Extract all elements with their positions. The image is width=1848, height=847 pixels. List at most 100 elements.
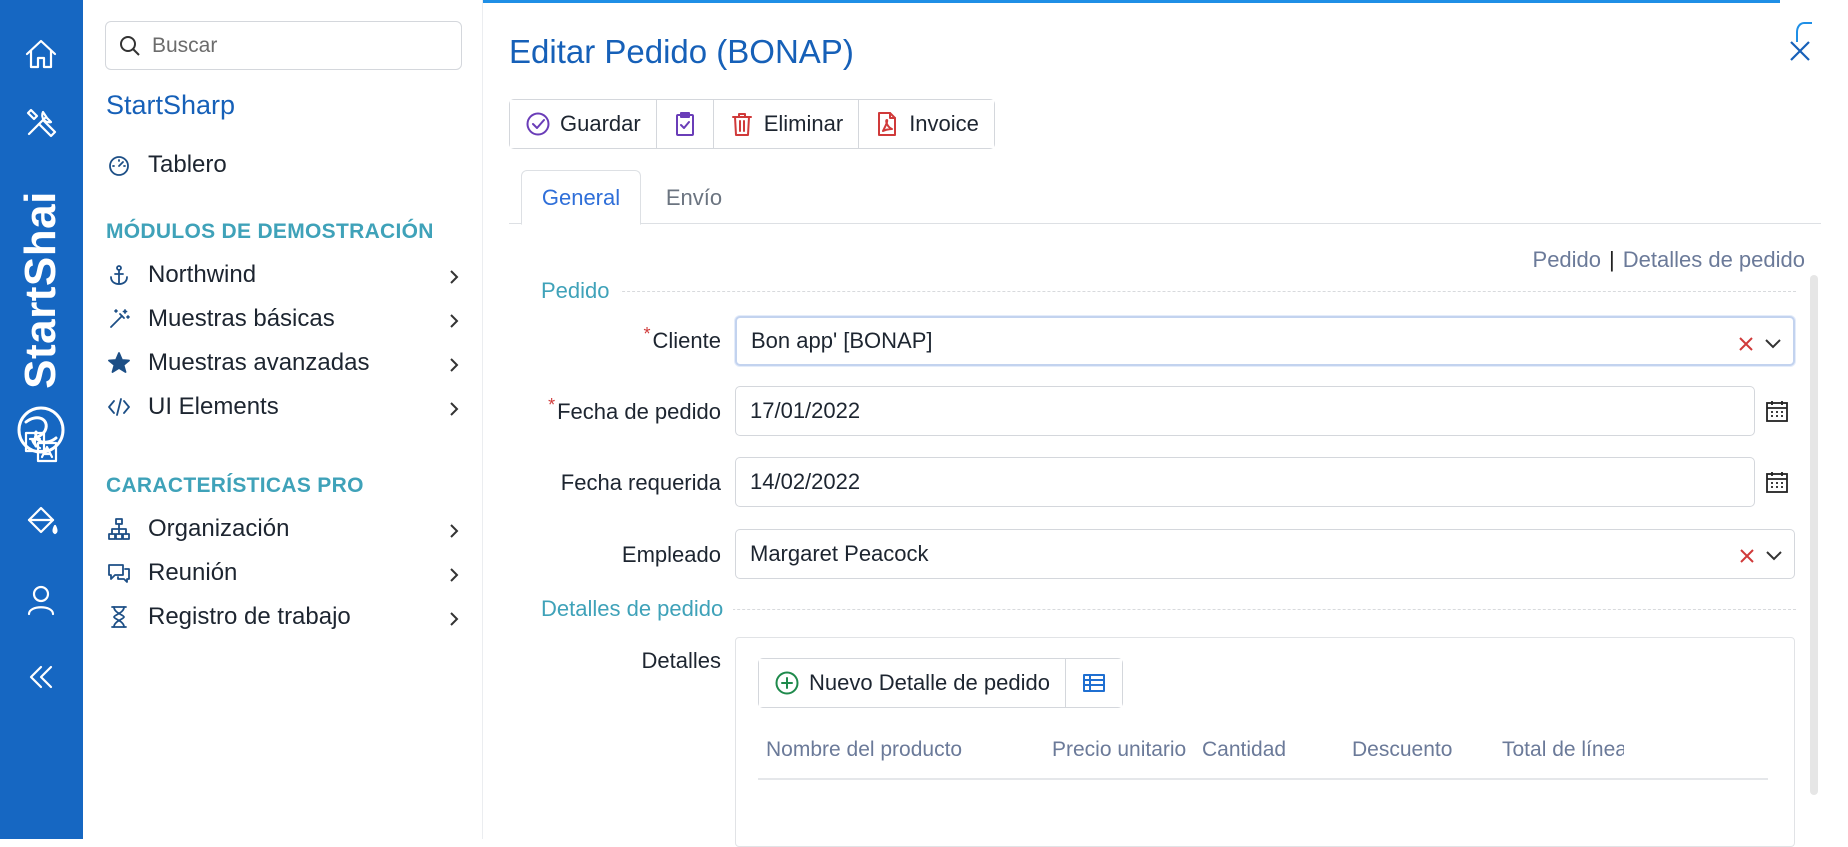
calendar-icon[interactable]	[1764, 469, 1790, 495]
brand-text: StartShai	[16, 191, 65, 389]
pdf-file-icon	[878, 112, 897, 136]
chevron-down-icon[interactable]	[1763, 333, 1783, 353]
check-circle-icon	[526, 112, 550, 136]
hourglass-icon	[106, 604, 132, 630]
tab-shipping[interactable]: Envío	[649, 170, 739, 225]
invoice-button[interactable]: Invoice	[859, 100, 994, 148]
code-icon	[106, 394, 132, 420]
paint-bucket-icon[interactable]	[19, 500, 63, 544]
app-title[interactable]: StartSharp	[106, 90, 235, 121]
tools-icon[interactable]	[19, 100, 63, 144]
dialog-toolbar: Guardar Eliminar Invoice	[509, 99, 995, 149]
column-picker-button[interactable]	[1065, 659, 1122, 707]
sidebar-item-label: UI Elements	[148, 393, 279, 420]
required-marker: *	[643, 324, 651, 344]
required-date-value: 14/02/2022	[750, 469, 861, 494]
calendar-icon[interactable]	[1764, 398, 1790, 424]
grid-header-row: Nombre del producto Precio unitario Cant…	[758, 738, 1768, 780]
link-details-section[interactable]: Detalles de pedido	[1623, 247, 1805, 272]
chevron-right-icon	[445, 607, 463, 626]
employee-label: Empleado	[621, 542, 721, 567]
section-title-pro: CARACTERÍSTICAS PRO	[106, 474, 364, 497]
order-details-grid: Nuevo Detalle de pedido Nombre del produ…	[735, 637, 1795, 847]
plus-circle-icon	[775, 671, 799, 695]
tab-bar: General Envío	[509, 170, 1821, 225]
sidebar-item-label: Muestras básicas	[148, 305, 335, 332]
delete-button[interactable]: Eliminar	[713, 100, 860, 148]
section-links: Pedido | Detalles de pedido	[1533, 247, 1805, 273]
customer-label: *Cliente	[643, 324, 722, 353]
chat-icon	[106, 560, 132, 586]
anchor-icon	[106, 262, 132, 288]
column-header-line-total[interactable]: Total de línea	[1502, 738, 1624, 762]
search-icon	[120, 35, 140, 56]
sidebar-item-meeting[interactable]: Reunión	[106, 553, 463, 593]
table-icon	[1082, 674, 1105, 692]
fieldset-order-title: Pedido	[517, 278, 620, 304]
sidebar-item-label: Muestras avanzadas	[148, 349, 370, 376]
fieldset-details-title: Detalles de pedido	[517, 596, 734, 622]
icon-rail: StartShai	[0, 0, 83, 839]
search-box[interactable]	[105, 21, 462, 70]
org-chart-icon	[106, 516, 132, 542]
required-date-input[interactable]: 14/02/2022	[735, 457, 1755, 507]
delete-button-label: Eliminar	[763, 111, 844, 136]
apply-changes-button[interactable]	[656, 100, 714, 148]
sidebar-item-basic-samples[interactable]: Muestras básicas	[106, 299, 463, 339]
sidebar-item-label: Tablero	[148, 151, 227, 178]
dialog-scrollbar[interactable]	[1810, 275, 1818, 795]
column-header-quantity[interactable]: Cantidad	[1202, 738, 1286, 762]
new-detail-label: Nuevo Detalle de pedido	[809, 670, 1050, 695]
required-marker: *	[548, 395, 556, 415]
customer-select[interactable]: Bon app' [BONAP]	[735, 316, 1795, 366]
user-icon[interactable]	[19, 578, 63, 622]
collapse-icon[interactable]	[19, 655, 63, 699]
chevron-right-icon	[445, 519, 463, 538]
tab-general[interactable]: General	[521, 170, 641, 225]
section-title-demo: MÓDULOS DE DEMOSTRACIÓN	[106, 220, 434, 243]
sidebar-item-work-log[interactable]: Registro de trabajo	[106, 597, 463, 637]
close-icon[interactable]	[1785, 36, 1815, 66]
sidebar-item-label: Reunión	[148, 559, 238, 586]
search-input[interactable]	[152, 33, 452, 58]
sidebar: StartSharp Tablero MÓDULOS DE DEMOSTRACI…	[83, 0, 483, 839]
chevron-right-icon	[445, 397, 463, 416]
fieldset-details: Detalles de pedido	[517, 596, 1796, 622]
sidebar-item-label: Organización	[148, 515, 290, 542]
fieldset-order: Pedido	[517, 278, 1796, 304]
column-header-discount[interactable]: Descuento	[1352, 738, 1452, 762]
home-icon[interactable]	[19, 32, 63, 76]
save-button[interactable]: Guardar	[510, 100, 657, 148]
sidebar-item-northwind[interactable]: Northwind	[106, 255, 463, 295]
magic-wand-icon	[106, 306, 132, 332]
column-header-product[interactable]: Nombre del producto	[766, 738, 962, 762]
order-date-input[interactable]: 17/01/2022	[735, 386, 1755, 436]
employee-select[interactable]: Margaret Peacock	[735, 529, 1795, 579]
chevron-right-icon	[445, 309, 463, 328]
sidebar-item-ui-elements[interactable]: UI Elements	[106, 387, 463, 427]
clipboard-check-icon	[675, 112, 694, 136]
column-header-unit-price[interactable]: Precio unitario	[1052, 738, 1186, 762]
sidebar-item-organization[interactable]: Organización	[106, 509, 463, 549]
gauge-icon	[106, 152, 132, 178]
new-detail-button[interactable]: Nuevo Detalle de pedido	[759, 659, 1066, 707]
link-separator: |	[1609, 247, 1615, 272]
chevron-down-icon[interactable]	[1764, 545, 1784, 565]
star-icon	[106, 350, 132, 376]
save-button-label: Guardar	[560, 111, 641, 136]
sidebar-item-dashboard[interactable]: Tablero	[106, 145, 463, 185]
chevron-right-icon	[445, 563, 463, 582]
customer-value: Bon app' [BONAP]	[751, 328, 933, 353]
chevron-right-icon	[445, 265, 463, 284]
translate-icon[interactable]	[19, 425, 63, 469]
link-order-section[interactable]: Pedido	[1533, 247, 1602, 272]
clear-icon[interactable]	[1738, 545, 1756, 563]
sidebar-item-advanced-samples[interactable]: Muestras avanzadas	[106, 343, 463, 383]
sidebar-item-label: Northwind	[148, 261, 257, 288]
page-title: Editar Pedido (BONAP)	[509, 33, 854, 70]
sidebar-item-label: Registro de trabajo	[148, 603, 351, 630]
clear-icon[interactable]	[1737, 333, 1755, 351]
employee-value: Margaret Peacock	[750, 541, 929, 566]
details-label: Detalles	[641, 648, 721, 673]
brand-logo: StartShai	[14, 180, 68, 460]
